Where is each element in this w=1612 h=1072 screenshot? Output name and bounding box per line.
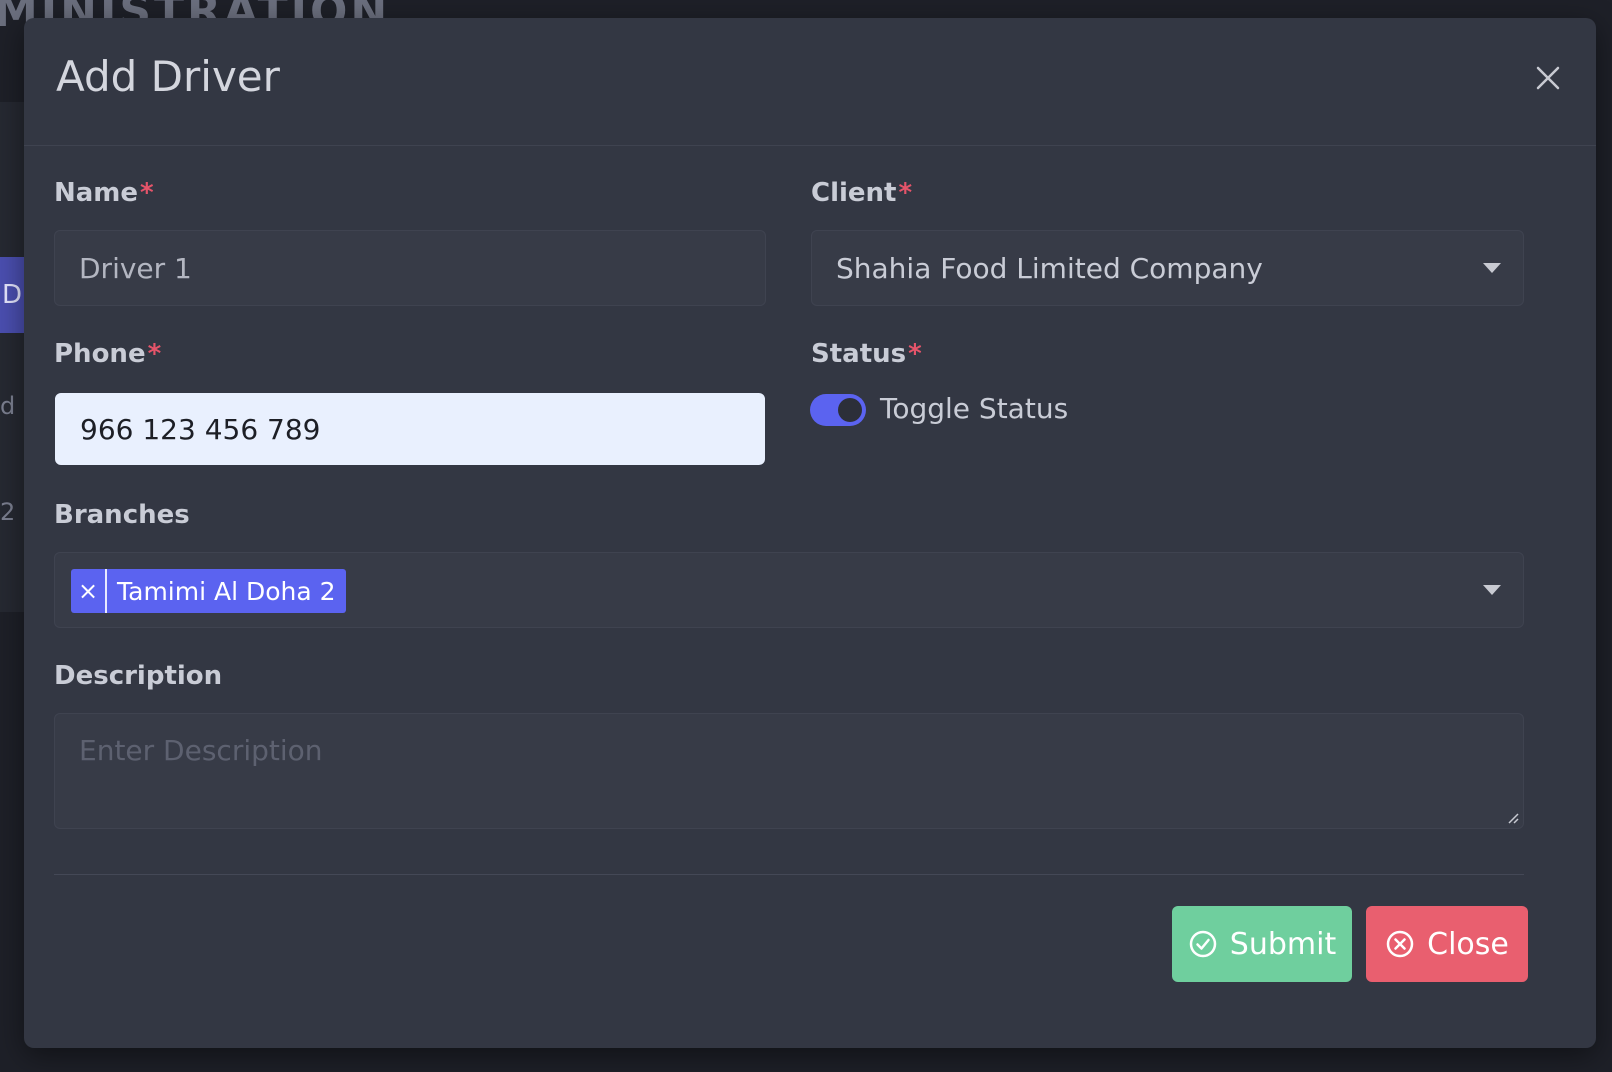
close-icon <box>1536 66 1560 90</box>
submit-button-label: Submit <box>1229 926 1337 962</box>
close-button[interactable]: Close <box>1366 906 1528 982</box>
description-placeholder: Enter Description <box>79 734 323 767</box>
chevron-down-icon <box>1483 585 1501 595</box>
modal-header: Add Driver <box>24 18 1596 146</box>
status-label-text: Status <box>811 339 907 369</box>
phone-input-value: 966 123 456 789 <box>80 412 321 446</box>
branches-label: Branches <box>54 500 190 530</box>
close-button-label: Close <box>1427 926 1509 962</box>
phone-label: Phone* <box>54 339 161 369</box>
phone-input[interactable]: 966 123 456 789 <box>55 393 765 465</box>
status-toggle-label: Toggle Status <box>880 392 1069 425</box>
description-textarea[interactable]: Enter Description <box>54 713 1524 829</box>
status-label: Status* <box>811 339 922 369</box>
background-text-fragment: d <box>0 392 16 420</box>
background-text-fragment: 2 <box>0 498 16 526</box>
name-label-text: Name <box>54 178 139 208</box>
description-label: Description <box>54 661 222 691</box>
client-label: Client* <box>811 178 912 208</box>
required-mark: * <box>898 178 913 208</box>
branches-multiselect[interactable]: × Tamimi Al Doha 2 <box>54 552 1524 628</box>
name-label: Name* <box>54 178 154 208</box>
branch-tag: × Tamimi Al Doha 2 <box>71 569 346 613</box>
resize-handle-icon[interactable] <box>1507 812 1519 824</box>
add-driver-modal: Add Driver Name* Driver 1 Client* Shahia… <box>24 18 1596 1048</box>
background-sidebar <box>0 102 24 612</box>
phone-label-text: Phone <box>54 339 146 369</box>
check-circle-icon <box>1189 930 1217 958</box>
required-mark: * <box>147 339 162 369</box>
status-toggle[interactable] <box>810 394 866 426</box>
modal-close-button[interactable] <box>1530 60 1566 96</box>
x-circle-icon <box>1386 930 1414 958</box>
name-input[interactable]: Driver 1 <box>54 230 766 306</box>
chevron-down-icon <box>1483 263 1501 273</box>
required-mark: * <box>140 178 154 208</box>
branch-tag-label: Tamimi Al Doha 2 <box>117 576 336 606</box>
background-active-tab: D <box>0 257 24 333</box>
tag-remove-button[interactable]: × <box>71 569 107 613</box>
footer-divider <box>54 874 1524 875</box>
toggle-knob <box>838 398 862 422</box>
submit-button[interactable]: Submit <box>1172 906 1352 982</box>
client-selected-value: Shahia Food Limited Company <box>836 251 1263 285</box>
client-select[interactable]: Shahia Food Limited Company <box>811 230 1524 306</box>
description-label-text: Description <box>54 661 223 691</box>
name-input-value: Driver 1 <box>79 251 192 285</box>
client-label-text: Client <box>811 178 897 208</box>
required-mark: * <box>908 339 922 369</box>
modal-title: Add Driver <box>56 52 280 101</box>
branches-label-text: Branches <box>54 500 190 530</box>
